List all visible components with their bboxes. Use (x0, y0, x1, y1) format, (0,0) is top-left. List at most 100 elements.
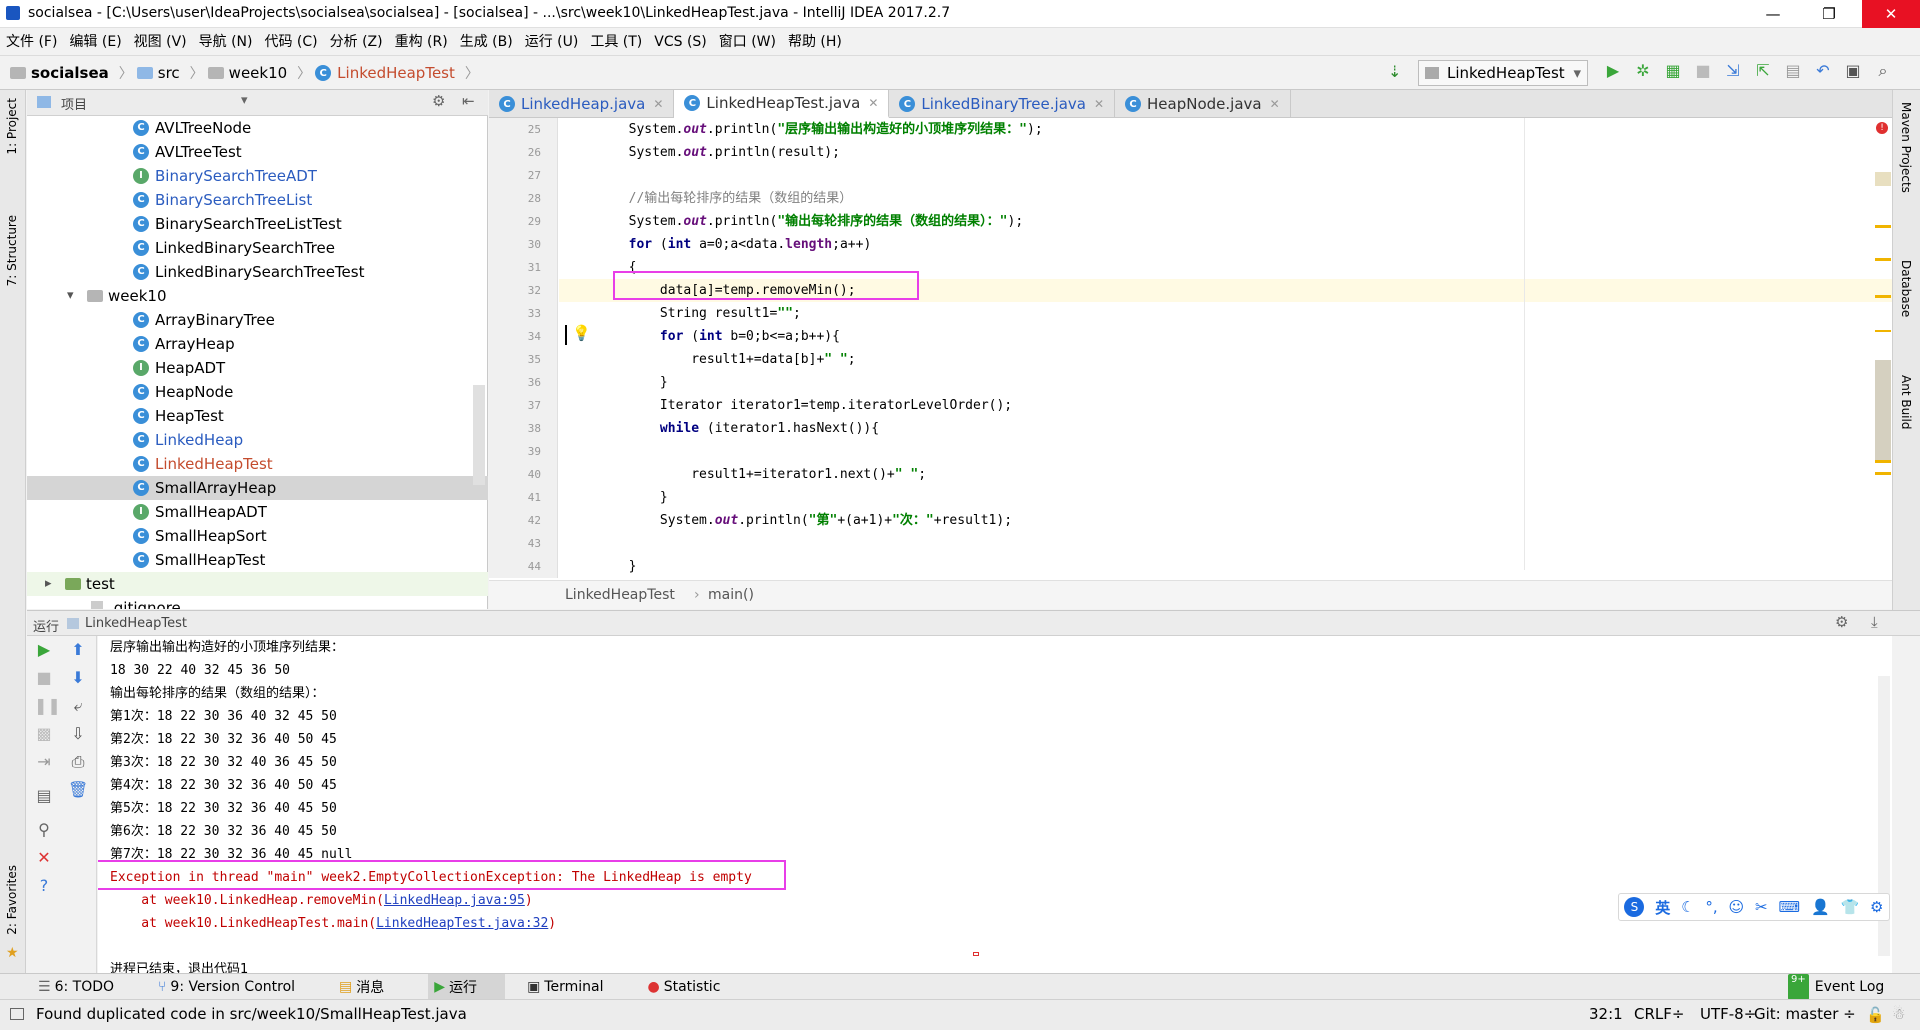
ant-tool-tab[interactable]: Ant Build (1899, 375, 1913, 433)
menu-navigate[interactable]: 导航 (N) (193, 28, 259, 56)
menu-help[interactable]: 帮助 (H) (782, 28, 848, 56)
line-number[interactable]: 36 (489, 371, 557, 394)
line-number[interactable]: 29 (489, 210, 557, 233)
editor-tab[interactable]: C LinkedHeap.java ✕ (489, 90, 675, 118)
console-output[interactable]: 层序输出输出构造好的小顶堆序列结果： 18 30 22 40 32 45 36 … (98, 636, 1892, 973)
stack-trace-link[interactable]: LinkedHeap.java:95 (384, 893, 525, 908)
dump-threads-icon[interactable]: ▩ (34, 724, 54, 744)
tree-item[interactable]: .gitignore (27, 596, 488, 609)
tree-item[interactable]: C AVLTreeTest (27, 140, 488, 164)
warning-marker[interactable] (1875, 295, 1891, 298)
build-project-icon[interactable]: ⇣ (1388, 62, 1410, 84)
editor-tab[interactable]: C LinkedHeapTest.java ✕ (674, 90, 890, 118)
user-icon[interactable]: 👤 (1811, 898, 1830, 916)
keyboard-icon[interactable]: ⌨ (1778, 898, 1800, 916)
caret-position[interactable]: 32:1 (1589, 1005, 1623, 1023)
trash-icon[interactable]: 🗑 (68, 780, 88, 800)
git-branch[interactable]: Git: master ÷ (1754, 1005, 1856, 1023)
moon-icon[interactable]: ☾ (1681, 898, 1694, 916)
line-separator[interactable]: CRLF÷ (1634, 1005, 1684, 1023)
soft-wrap-icon[interactable]: ⤶ (68, 696, 88, 716)
chevron-right-icon[interactable]: ▸ (45, 572, 65, 596)
lock-icon[interactable]: 🔓 (1866, 1006, 1885, 1024)
tree-item[interactable]: C BinarySearchTreeList (27, 188, 488, 212)
version-control-tab[interactable]: ⑂ 9: Version Control (158, 974, 317, 1000)
line-number[interactable]: 25 (489, 118, 557, 141)
tree-item[interactable]: I BinarySearchTreeADT (27, 164, 488, 188)
statistic-tab[interactable]: ● Statistic (647, 974, 742, 1000)
shirt-icon[interactable]: 👕 (1840, 898, 1859, 916)
close-button[interactable]: ✕ (1862, 0, 1920, 28)
menu-file[interactable]: 文件 (F) (0, 28, 63, 56)
gear-icon[interactable]: ⚙ (432, 92, 445, 110)
menu-edit[interactable]: 编辑 (E) (63, 28, 127, 56)
line-number[interactable]: 32 (489, 279, 557, 302)
messages-tab[interactable]: ▤ 消息 (339, 974, 406, 1000)
coverage-icon[interactable]: ▦ (1662, 60, 1684, 82)
minimize-button[interactable]: — (1750, 0, 1796, 28)
tree-item[interactable]: C LinkedHeapTest (27, 452, 488, 476)
line-number[interactable]: 43 (489, 532, 557, 555)
maven-tool-tab[interactable]: Maven Projects (1899, 102, 1913, 197)
line-number[interactable]: 35 (489, 348, 557, 371)
pause-icon[interactable]: ❚❚ (34, 696, 61, 716)
code-area[interactable]: System.out.println("层序输出输出构造好的小顶堆序列结果：")… (559, 118, 1892, 578)
arrow-up-icon[interactable]: ⬆ (68, 640, 88, 660)
line-number[interactable]: 28 (489, 187, 557, 210)
favorites-tool-tab[interactable]: 2: Favorites (5, 865, 19, 939)
vcs-commit-icon[interactable]: ⇱ (1752, 60, 1774, 82)
hide-panel-icon[interactable]: ⇤ (462, 92, 475, 110)
warning-marker[interactable] (1875, 330, 1891, 332)
search-everywhere-icon[interactable]: ⌕ (1872, 60, 1894, 82)
warning-marker[interactable] (1875, 225, 1891, 228)
structure-tool-tab[interactable]: 7: Structure (5, 215, 19, 290)
stop-icon[interactable]: ■ (34, 668, 54, 688)
event-log-tab[interactable]: 9+ Event Log (1788, 974, 1906, 1000)
emoji-icon[interactable]: ☺ (1729, 898, 1745, 916)
tree-item[interactable]: C BinarySearchTreeListTest (27, 212, 488, 236)
stop-icon[interactable]: ■ (1692, 60, 1714, 82)
close-tab-icon[interactable]: ✕ (868, 96, 878, 110)
punctuation-icon[interactable]: °, (1705, 898, 1717, 916)
print-icon[interactable]: ⎙ (68, 752, 88, 772)
debug-icon[interactable]: ✲ (1632, 60, 1654, 82)
ime-toolbar[interactable]: S 英 ☾ °, ☺ ✂ ⌨ 👤 👕 ⚙ (1618, 893, 1890, 921)
tree-item[interactable]: C ArrayHeap (27, 332, 488, 356)
line-number[interactable]: 42 (489, 509, 557, 532)
tree-item[interactable]: C ArrayBinaryTree (27, 308, 488, 332)
line-number[interactable]: 31 (489, 256, 557, 279)
menu-code[interactable]: 代码 (C) (258, 28, 323, 56)
tree-item[interactable]: C LinkedHeap (27, 428, 488, 452)
tree-item[interactable]: C SmallHeapSort (27, 524, 488, 548)
restore-button[interactable]: ❐ (1806, 0, 1852, 28)
error-indicator-icon[interactable]: ! (1876, 122, 1888, 134)
inspector-icon[interactable]: ☃ (1892, 1005, 1905, 1023)
breadcrumb-method[interactable]: main() (708, 587, 754, 603)
vcs-compare-icon[interactable]: ▤ (1782, 60, 1804, 82)
editor-scrollbar-thumb[interactable] (1875, 360, 1891, 460)
menu-vcs[interactable]: VCS (S) (648, 28, 713, 56)
stack-trace-link[interactable]: LinkedHeapTest.java:32 (376, 916, 548, 931)
project-tool-tab[interactable]: 1: Project (5, 98, 19, 159)
breadcrumb-class[interactable]: LinkedHeapTest (565, 587, 675, 603)
menu-run[interactable]: 运行 (U) (519, 28, 585, 56)
project-structure-icon[interactable]: ▣ (1842, 60, 1864, 82)
gear-icon[interactable]: ⚙ (1835, 613, 1848, 631)
tree-item[interactable]: I SmallHeapADT (27, 500, 488, 524)
line-number[interactable]: 40 (489, 463, 557, 486)
line-number[interactable]: 44 (489, 555, 557, 578)
line-number[interactable]: 26 (489, 141, 557, 164)
chevron-down-icon[interactable]: ▾ (241, 93, 248, 108)
line-number[interactable]: 38 (489, 417, 557, 440)
scroll-to-end-icon[interactable]: ⇩ (68, 724, 88, 744)
close-icon[interactable]: ✕ (34, 848, 54, 868)
line-number[interactable]: 39 (489, 440, 557, 463)
warning-marker[interactable] (1875, 472, 1891, 475)
tree-item[interactable]: C AVLTreeNode (27, 116, 488, 140)
exit-icon[interactable]: ⇥ (34, 752, 54, 772)
rerun-icon[interactable]: ▶ (34, 640, 54, 660)
menu-tools[interactable]: 工具 (T) (584, 28, 648, 56)
terminal-tab[interactable]: ▣ Terminal (527, 974, 625, 1000)
todo-tab[interactable]: ☰ 6: TODO (38, 974, 136, 1000)
run-tab[interactable]: ▶ 运行 (428, 974, 506, 1000)
